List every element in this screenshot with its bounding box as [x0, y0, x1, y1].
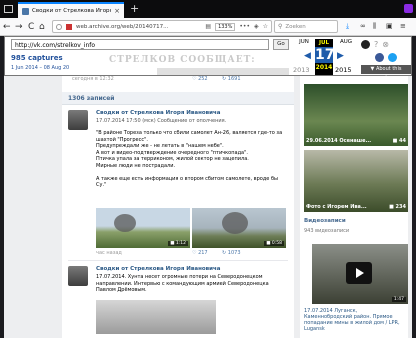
pocket-icon[interactable]: ◈ — [254, 23, 259, 30]
zoom-indicator[interactable]: 133% — [215, 22, 236, 31]
wayback-url-input[interactable]: http://vk.com/strelkov_info — [11, 39, 269, 50]
previous-post-shares[interactable]: ↻ 1691 — [222, 76, 241, 82]
help-icon[interactable]: ? — [374, 40, 378, 49]
post-video-thumbnail[interactable] — [96, 300, 216, 334]
site-icon — [66, 23, 72, 30]
post-date-line: 17.07.2014 17:50 (мск) Сообщение от опол… — [96, 118, 227, 124]
month-prev[interactable]: JUN — [295, 39, 313, 45]
previous-post-date: сегодня в 12:32 — [72, 76, 114, 82]
extension-icon[interactable] — [404, 4, 413, 13]
post-shares[interactable]: ↻ 1073 — [222, 250, 241, 256]
smoke-plume — [222, 212, 248, 234]
new-tab-button[interactable]: + — [130, 3, 139, 15]
watermark-text: СТРЕЛКОВ СООБЩАЕТ: — [109, 55, 256, 65]
wall-feed: сегодня в 12:32 ♡ 252 ↻ 1691 1306 записе… — [62, 76, 294, 338]
year-prev[interactable]: 2013 — [293, 66, 310, 74]
video-duration: ■ 0:58 — [264, 241, 284, 246]
forward-button[interactable]: → — [15, 21, 23, 33]
menu-icon[interactable]: ≡ — [400, 22, 406, 30]
capture-histogram[interactable]: СТРЕЛКОВ СООБЩАЕТ: — [69, 53, 289, 75]
wall-post: Сводки от Стрелкова Игоря Ивановича 17.0… — [62, 108, 294, 248]
year-next[interactable]: 2015 — [335, 66, 352, 74]
twitter-icon[interactable] — [388, 53, 397, 62]
play-icon[interactable] — [346, 262, 372, 284]
wayback-account-icon[interactable] — [361, 40, 370, 49]
post-video-thumbnail[interactable]: ■ 0:58 — [192, 208, 286, 248]
histogram-bars — [69, 68, 289, 75]
album-photo[interactable]: 29.06.2014 Осенаше... ■ 44 — [304, 84, 408, 146]
captures-count[interactable]: 985 captures — [11, 54, 63, 62]
post-text: "В районе Тореза только что сбили самоле… — [96, 130, 283, 188]
post-video-thumbnail[interactable]: ■ 1:12 — [96, 208, 190, 248]
album-count: ■ 234 — [389, 204, 406, 210]
smoke-plume — [114, 214, 136, 232]
records-count[interactable]: 1306 записей — [62, 92, 294, 105]
glasses-icon[interactable]: ∞ — [360, 22, 366, 30]
tab-title: Сводки от Стрелкова Игоря И — [32, 8, 112, 14]
avatar[interactable] — [68, 110, 88, 130]
vk-favicon-icon — [22, 7, 29, 15]
album-caption: Фото с Игорем Ива... — [306, 204, 367, 210]
close-tab-icon[interactable]: × — [114, 7, 120, 15]
right-column: 29.06.2014 Осенаше... ■ 44 Фото с Игорем… — [300, 76, 408, 338]
year-current: 2014 — [315, 64, 333, 71]
post-likes[interactable]: ♡ 217 — [192, 250, 208, 256]
post-divider — [68, 260, 288, 261]
prev-capture-arrow-icon[interactable]: ◀ — [304, 51, 311, 61]
post-time[interactable]: час назад — [96, 250, 122, 256]
search-icon: ⚲ — [278, 23, 283, 30]
home-button[interactable]: ⌂ — [39, 21, 45, 33]
wall-post: Сводки от Стрелкова Игоря Ивановича 17.0… — [62, 264, 294, 334]
back-button[interactable]: ← — [3, 21, 11, 33]
search-box[interactable]: ⚲ Zoeken — [274, 20, 338, 33]
video-thumbnail[interactable]: 1:47 — [312, 244, 408, 304]
browser-tab[interactable]: Сводки от Стрелкова Игоря И × — [18, 2, 124, 18]
video-caption[interactable]: 17.07.2014 Луганск, Каменнобродский райо… — [304, 308, 404, 332]
tab-bar: Сводки от Стрелкова Игоря И × + — [0, 0, 416, 18]
info-icon[interactable] — [56, 23, 62, 30]
album-photo[interactable]: Фото с Игорем Ива... ■ 234 — [304, 150, 408, 212]
previous-post-likes[interactable]: ♡ 252 — [192, 76, 208, 82]
bookmark-star-icon[interactable]: ☆ — [263, 23, 268, 30]
vk-page: сегодня в 12:32 ♡ 252 ↻ 1691 1306 записе… — [4, 76, 412, 338]
reader-icon[interactable]: ▤ — [205, 23, 211, 30]
wayback-go-button[interactable]: Go — [273, 39, 289, 50]
navigation-bar: ← → C ⌂ web.archive.org/web/20140717... … — [0, 18, 416, 36]
post-author[interactable]: Сводки от Стрелкова Игоря Ивановича — [96, 266, 221, 272]
next-capture-arrow-icon[interactable]: ▶ — [337, 51, 344, 61]
tab-overview-icon[interactable] — [4, 5, 13, 13]
current-capture-date: JUL 17 2014 — [315, 39, 335, 75]
share-icons — [375, 53, 397, 62]
reload-button[interactable]: C — [28, 21, 34, 33]
address-bar[interactable]: web.archive.org/web/20140717... ▤ 133% •… — [52, 20, 272, 33]
wayback-icons: ? ⊗ — [361, 40, 389, 49]
video-duration: ■ 1:12 — [168, 241, 188, 246]
wayback-toolbar: http://vk.com/strelkov_info Go 985 captu… — [4, 36, 412, 81]
download-icon[interactable]: ⤓ — [346, 22, 349, 31]
capture-range: 1 Jun 2014 – 08 Aug 2018 — [11, 65, 76, 71]
close-toolbar-icon[interactable]: ⊗ — [382, 40, 389, 49]
facebook-icon[interactable] — [375, 53, 384, 62]
album-caption: 29.06.2014 Осенаше... — [306, 138, 372, 144]
month-current: JUL — [318, 40, 330, 46]
watermark-banner: СТРЕЛКОВ СООБЩАЕТ: — [69, 53, 289, 75]
day-current: 17 — [315, 47, 335, 63]
library-icon[interactable]: ⫼ — [373, 22, 376, 31]
calendar-nav: JUN JUL 17 2014 AUG ◀ ▶ 2013 2015 — [293, 39, 355, 75]
post-text: 17.07.2014. Хунта несет огромные потери … — [96, 274, 269, 293]
sidebar-icon[interactable]: ▣ — [386, 22, 393, 30]
videos-count[interactable]: 943 видеозаписи — [304, 228, 349, 234]
month-next[interactable]: AUG — [337, 39, 355, 45]
avatar[interactable] — [68, 266, 88, 286]
video-duration: 1:47 — [391, 297, 406, 302]
about-capture-button[interactable]: ▼ About this capture — [361, 65, 411, 81]
post-author[interactable]: Сводки от Стрелкова Игоря Ивановича — [96, 110, 221, 116]
album-count: ■ 44 — [392, 138, 406, 144]
page-actions-icon[interactable]: ••• — [239, 23, 250, 30]
url-text[interactable]: web.archive.org/web/20140717... — [76, 24, 201, 30]
videos-heading[interactable]: Видеозаписи — [304, 218, 346, 224]
search-placeholder: Zoeken — [285, 23, 306, 30]
